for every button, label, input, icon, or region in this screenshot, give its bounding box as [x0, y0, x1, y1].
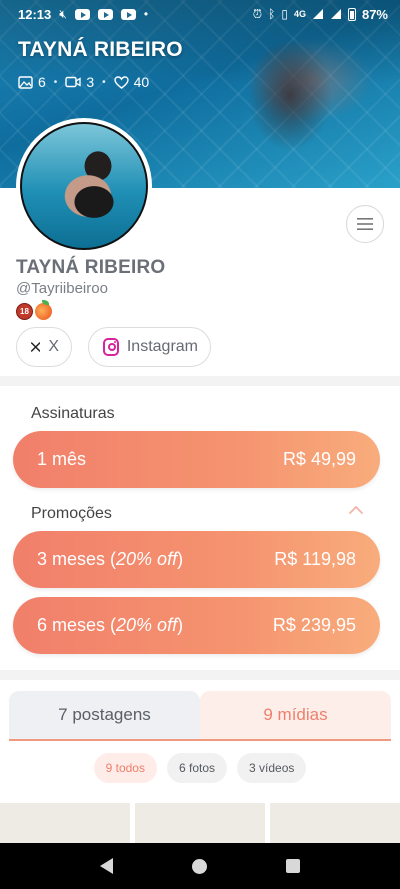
media-filters: 9 todos 6 fotos 3 vídeos	[0, 753, 400, 783]
vibrate-icon: ▯	[281, 7, 288, 21]
videos-count: 3	[86, 74, 95, 90]
active-tab-underline	[9, 739, 391, 741]
instagram-icon	[103, 338, 119, 356]
promo-period: 3 meses	[37, 549, 106, 569]
promotions-title: Promoções	[31, 505, 112, 522]
promo-price: R$ 239,95	[272, 615, 356, 635]
home-icon[interactable]	[191, 858, 207, 874]
youtube-icon	[74, 8, 90, 20]
likes-stat: 40	[113, 74, 150, 90]
heart-icon	[113, 75, 129, 89]
photos-stat: 6	[18, 74, 46, 90]
cover-title: TAYNÁ RIBEIRO	[18, 38, 183, 61]
x-link-button[interactable]: X	[16, 327, 72, 367]
chevron-up-icon[interactable]	[348, 505, 364, 515]
media-grid	[0, 803, 400, 843]
videos-stat: 3	[65, 74, 94, 90]
promo-discount: 20% off	[116, 615, 178, 635]
peach-icon	[35, 300, 52, 320]
media-thumbnail[interactable]	[0, 803, 130, 843]
social-links: X Instagram	[16, 327, 211, 367]
promo-6-months-button[interactable]: 6 meses (20% off) R$ 239,95	[13, 597, 380, 654]
bluetooth-icon: ᛒ	[268, 7, 276, 21]
promo-period: 6 meses	[37, 615, 106, 635]
photos-count: 6	[38, 74, 46, 90]
back-icon[interactable]	[99, 858, 113, 874]
status-right: ⏰︎ ᛒ ▯ 4G 87%	[253, 7, 388, 22]
notification-dot-icon: •	[143, 7, 149, 21]
profile-name: TAYNÁ RIBEIRO	[16, 257, 166, 278]
promo-3-months-button[interactable]: 3 meses (20% off) R$ 119,98	[13, 531, 380, 588]
separator-dot: •	[102, 76, 106, 88]
x-logo-icon	[31, 342, 41, 352]
instagram-link-button[interactable]: Instagram	[88, 327, 211, 367]
status-time: 12:13	[18, 6, 52, 22]
battery-icon	[347, 7, 356, 21]
section-divider	[0, 376, 400, 386]
youtube-icon	[120, 8, 136, 20]
hamburger-icon	[357, 218, 373, 230]
recent-apps-icon[interactable]	[286, 859, 301, 873]
filter-photos[interactable]: 6 fotos	[166, 753, 228, 783]
system-nav-bar	[0, 843, 400, 889]
mute-icon: 🔇︎	[59, 7, 67, 21]
status-bar: 12:13 🔇︎ • ⏰︎ ᛒ ▯ 4G 87%	[0, 0, 400, 28]
tab-posts[interactable]: 7 postagens	[9, 691, 200, 739]
menu-button[interactable]	[346, 205, 384, 243]
avatar-image	[20, 122, 148, 250]
tab-media[interactable]: 9 mídias	[200, 691, 391, 739]
promo-label: 6 meses (20% off)	[37, 615, 184, 635]
promo-discount: 20% off	[116, 549, 178, 569]
bio-emojis: 18	[16, 300, 52, 320]
alarm-icon: ⏰︎	[252, 7, 263, 21]
likes-count: 40	[133, 74, 150, 90]
battery-level: 87%	[361, 6, 388, 22]
signal-icon	[330, 9, 341, 19]
youtube-icon	[97, 8, 113, 20]
section-divider	[0, 670, 400, 680]
avatar[interactable]	[16, 118, 152, 254]
subscribe-1-month-button[interactable]: 1 mês R$ 49,99	[13, 431, 380, 488]
profile-handle: @Tayriibeiroo	[16, 280, 108, 297]
media-thumbnail[interactable]	[135, 803, 265, 843]
cover-stats: 6 • 3 • 40	[18, 74, 149, 90]
x-link-label: X	[48, 338, 59, 355]
status-left: 12:13 🔇︎ •	[18, 7, 148, 22]
media-thumbnail[interactable]	[270, 803, 400, 843]
promo-label: 3 meses (20% off)	[37, 549, 184, 569]
subscriptions-title: Assinaturas	[31, 405, 115, 422]
image-icon	[18, 75, 33, 89]
filter-videos[interactable]: 3 vídeos	[237, 753, 307, 783]
content-tabs: 7 postagens 9 mídias	[9, 691, 391, 741]
plan-label: 1 mês	[37, 449, 87, 469]
filter-all[interactable]: 9 todos	[93, 753, 157, 783]
separator-dot: •	[53, 76, 58, 88]
network-type: 4G	[293, 8, 306, 19]
video-icon	[65, 76, 81, 88]
signal-icon	[312, 9, 323, 19]
promo-price: R$ 119,98	[274, 549, 356, 569]
plan-price: R$ 49,99	[282, 449, 356, 469]
adult-18-icon: 18	[16, 303, 33, 320]
instagram-link-label: Instagram	[126, 338, 198, 355]
